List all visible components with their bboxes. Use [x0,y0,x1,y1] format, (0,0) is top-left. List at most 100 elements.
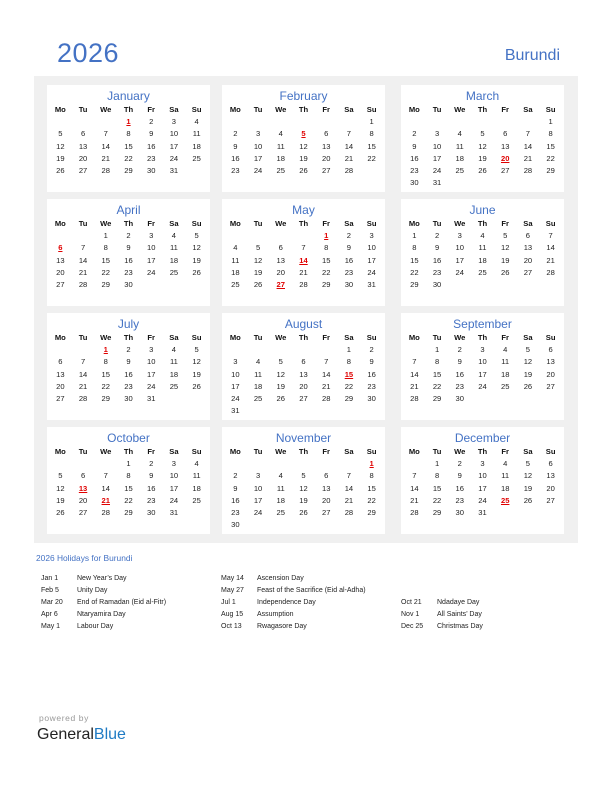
holiday-name: Ndadaye Day [437,599,480,606]
month-day-grid: Mo Tu We Th Fr Sa Su 1 2 3 4 5 6 7 8 9 10 11 12 13 14 15 16 17 1… [224,104,383,177]
day-cell: 13 [321,141,331,151]
weekday-header: We [275,219,287,228]
weekday-header: Fr [322,447,330,456]
holiday-list-item: May 27 Feast of the Sacrifice (Eid al-Adh… [221,585,366,597]
weekday-header: Su [191,447,202,456]
day-cell: 21 [299,267,308,277]
day-cell: 17 [169,483,179,493]
month-day-grid: Mo Tu We Th Fr Sa Su 1 2 3 4 5 6 7 8 9 10 11 12 13 14 15 16 17 1… [224,218,383,291]
day-cell: 29 [101,394,110,404]
empty-day-cell [247,344,270,356]
day-cell: 25 [192,495,201,505]
day-cell: 20 [299,381,308,391]
weekday-header: Mo [408,447,420,456]
day-cell: 8 [103,243,108,253]
month-november: November Mo Tu We Th Fr Sa Su 1 2 3 4 5 6 7 8 9 10 11 12 13 1… [222,427,385,534]
generalblue-logo[interactable]: GeneralBlue [37,726,126,744]
day-cell: 9 [457,471,462,481]
weekday-header: Th [123,105,134,114]
day-cell: 2 [149,117,154,126]
day-cell: 5 [194,345,199,354]
holiday-list-item: May 1 Labour Day [41,621,166,633]
day-cell: 24 [146,381,156,391]
day-cell: 31 [432,178,442,188]
day-cell: 18 [478,255,487,265]
day-cell: 29 [344,394,354,404]
month-day-grid: Mo Tu We Th Fr Sa Su 1 2 3 4 5 6 7 8 9 10 11 12 13 14 15 16 17 1… [224,332,383,418]
day-cell: 5 [525,459,531,468]
day-cell: 3 [233,357,238,367]
day-cell: 11 [501,357,510,367]
day-cell: 28 [78,394,88,404]
month-december: December Mo Tu We Th Fr Sa Su 1 2 3 4 5 6 7 8 9 10 11 12 13 1… [401,427,564,534]
holiday-date: Apr 6 [41,611,58,618]
weekday-header: Sa [344,333,354,342]
day-cell: 23 [146,153,156,163]
empty-day-cell [49,344,72,356]
weekday-header: Sa [523,105,533,114]
holiday-day-cell: 20 [500,153,510,163]
empty-day-cell [247,230,270,242]
day-cell: 3 [149,345,154,354]
day-cell: 13 [56,255,65,265]
weekday-header: Fr [147,105,155,114]
day-cell: 3 [369,231,374,240]
day-cell: 26 [276,394,285,404]
day-cell: 15 [546,141,555,151]
day-cell: 6 [278,243,283,253]
month-april: April Mo Tu We Th Fr Sa Su 1 2 3 4 5 6 7 8 9 10 11 12 13 14 15… [47,199,210,306]
holiday-list-item: Aug 15 Assumption [221,609,366,621]
day-cell: 17 [478,483,487,493]
empty-day-cell [494,116,517,128]
day-cell: 27 [523,267,533,277]
day-cell: 22 [367,153,376,163]
day-cell: 27 [546,381,555,391]
day-cell: 29 [101,280,110,290]
day-cell: 4 [278,471,283,481]
day-cell: 20 [546,369,555,379]
weekday-header: Tu [78,105,88,114]
weekday-header: Fr [147,333,155,342]
day-cell: 4 [171,345,177,354]
day-cell: 6 [324,471,329,481]
day-cell: 6 [548,459,553,468]
holiday-day-cell: 27 [276,280,285,290]
day-cell: 13 [523,243,533,253]
weekday-header: Tu [253,333,263,342]
holiday-list-item: Dec 25 Christmas Day [401,621,483,633]
brand-blue: Blue [93,726,126,743]
day-cell: 28 [321,394,331,404]
day-cell: 7 [324,357,329,367]
weekday-header: Fr [501,219,509,228]
day-cell: 8 [369,129,374,139]
weekday-header: We [454,333,466,342]
day-cell: 25 [169,381,179,391]
day-cell: 8 [434,471,440,481]
day-cell: 21 [546,255,555,265]
empty-day-cell [224,230,247,242]
holiday-list-item: May 14 Ascension Day [221,573,366,585]
day-cell: 24 [432,166,442,176]
month-october: October Mo Tu We Th Fr Sa Su 1 2 3 4 5 6 7 8 9 10 11 12 13 14… [47,427,210,534]
day-cell: 14 [546,243,555,253]
day-cell: 30 [367,394,376,404]
day-cell: 2 [126,231,131,240]
day-cell: 28 [101,508,110,518]
day-cell: 2 [457,345,462,354]
day-cell: 19 [276,381,285,391]
day-cell: 7 [412,357,417,367]
weekday-header: Th [298,219,309,228]
holiday-name: End of Ramadan (Eid al-Fitr) [77,599,167,606]
day-cell: 7 [346,471,352,481]
empty-day-cell [403,344,426,356]
holiday-date: Dec 25 [401,623,424,630]
day-cell: 5 [301,471,306,481]
weekday-header: Th [123,219,134,228]
day-cell: 22 [101,267,110,277]
day-cell: 6 [301,357,306,367]
day-cell: 28 [410,394,419,404]
day-cell: 25 [169,267,179,277]
day-cell: 20 [78,153,88,163]
day-cell: 21 [101,153,110,163]
day-cell: 25 [478,267,487,277]
